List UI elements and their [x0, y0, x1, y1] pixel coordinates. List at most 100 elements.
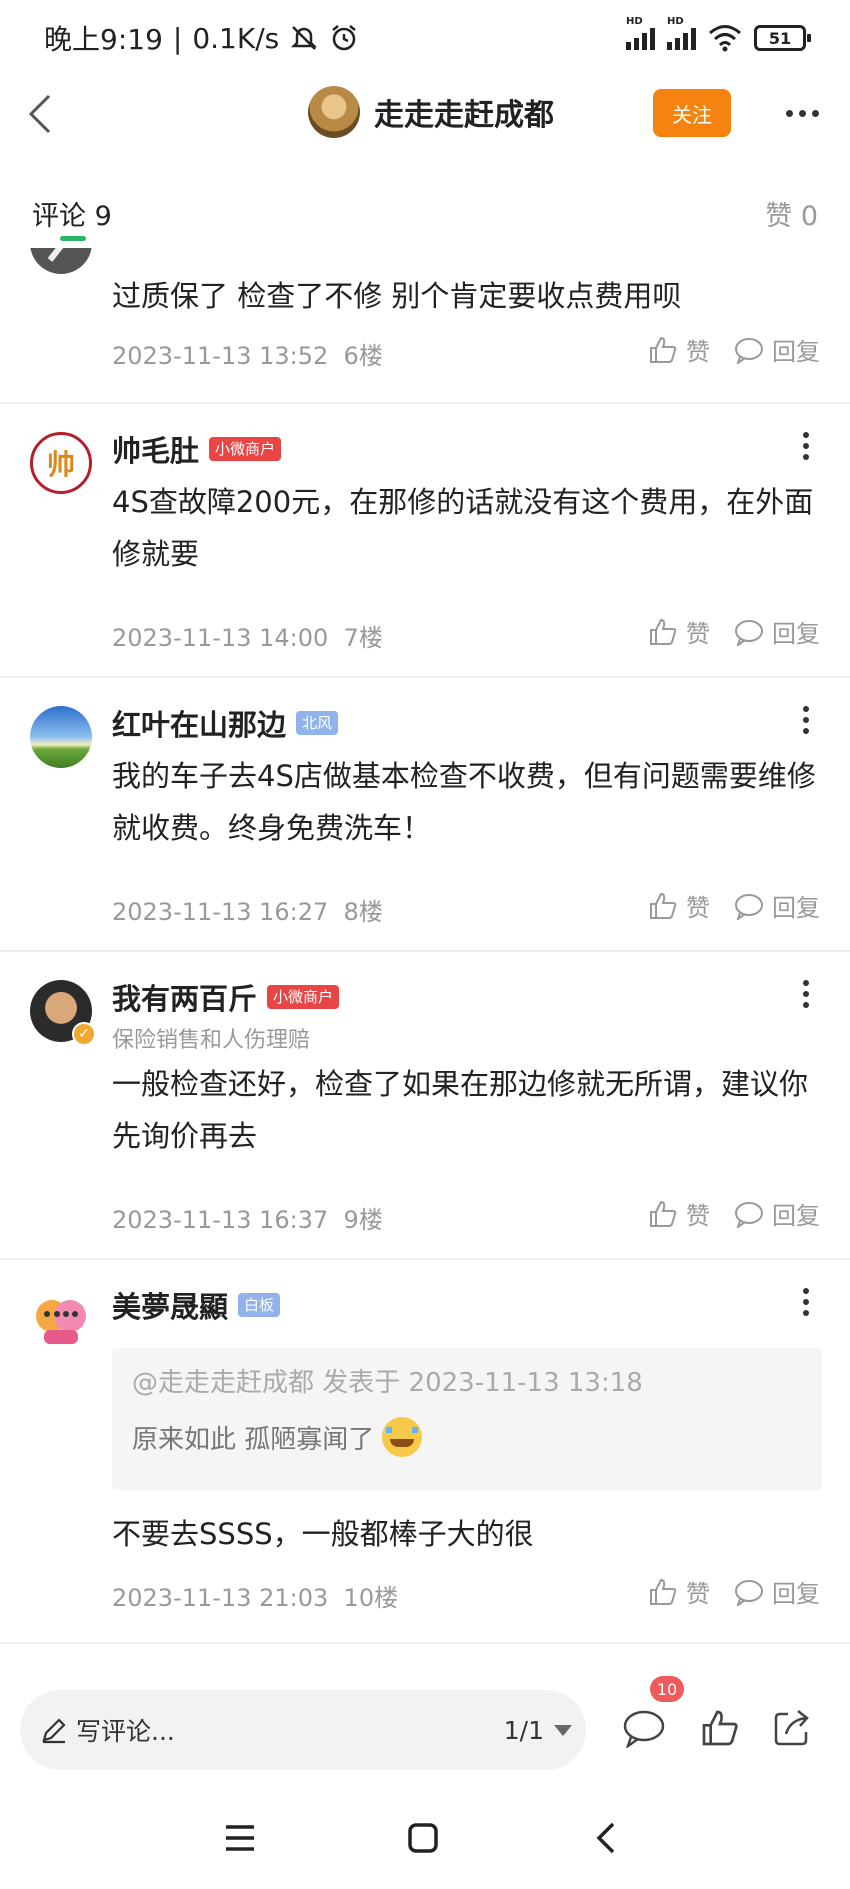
write-comment-input[interactable]: 写评论... 1/1 — [20, 1690, 586, 1770]
share-button[interactable] — [768, 1704, 816, 1752]
user-subtitle: 保险销售和人伤理赔 — [112, 1028, 311, 1053]
quoted-comment[interactable]: @走走走赶成都 发表于 2023-11-13 13:18 原来如此 孤陋寡闻了 — [112, 1348, 822, 1490]
avatar[interactable] — [30, 248, 92, 274]
page-selector[interactable]: 1/1 — [504, 1716, 572, 1745]
thumbs-up-icon — [650, 1200, 677, 1227]
comment-item: ✓ 我有两百斤 小微商户 保险销售和人伤理赔 一般检查还好，检查了如果在那边修就… — [0, 952, 850, 1260]
comment-text: 过质保了 检查了不修 别个肯定要收点费用呗 — [112, 279, 682, 313]
comment-item: 过质保了 检查了不修 别个肯定要收点费用呗 2023-11-13 13:52 6… — [0, 248, 850, 404]
tabs: 评论 9 赞 0 — [0, 152, 850, 248]
reply-button[interactable]: 回复 — [734, 1196, 820, 1231]
user-badge: 北风 — [296, 711, 339, 735]
thumbs-up-icon — [702, 1710, 738, 1746]
comment-icon — [735, 619, 763, 646]
comment-more-button[interactable] — [794, 702, 818, 738]
tab-likes[interactable]: 赞 0 — [765, 194, 818, 233]
comment-meta: 2023-11-13 16:27 8楼 — [112, 898, 383, 926]
avatar[interactable] — [30, 1288, 92, 1350]
avatar[interactable]: 帅 — [30, 432, 92, 494]
share-icon — [774, 1710, 809, 1746]
caret-down-icon — [554, 1724, 572, 1736]
like-button[interactable]: 赞 — [648, 888, 710, 923]
username[interactable]: 我有两百斤 — [112, 976, 257, 1018]
comment-text: 4S查故障200元，在那修的话就没有这个费用，在外面修就要 — [112, 485, 814, 571]
comment-meta: 2023-11-13 21:03 10楼 — [112, 1584, 399, 1612]
comment-text: 不要去SSSS，一般都棒子大的很 — [112, 1517, 534, 1551]
header: 走走走赶成都 关注 — [0, 76, 850, 152]
comment-more-button[interactable] — [794, 428, 818, 464]
write-comment-placeholder: 写评论... — [76, 1717, 175, 1746]
avatar[interactable] — [30, 706, 92, 768]
thumbs-up-icon — [650, 1578, 677, 1605]
like-button[interactable]: 赞 — [648, 1196, 710, 1231]
wifi-icon — [709, 25, 741, 52]
thumbs-up-icon — [650, 336, 677, 363]
reply-button[interactable]: 回复 — [734, 614, 820, 649]
username[interactable]: 红叶在山那边 — [112, 702, 286, 744]
alarm-icon — [332, 25, 357, 51]
status-divider: | — [172, 21, 183, 55]
battery-icon: 51 — [754, 25, 811, 51]
pencil-icon — [42, 1718, 66, 1744]
like-button[interactable]: 赞 — [648, 332, 710, 367]
comment-item: 红叶在山那边 北风 我的车子去4S店做基本检查不收费，但有问题需要维修就收费。终… — [0, 678, 850, 952]
reply-button[interactable]: 回复 — [734, 1574, 820, 1609]
comment-list[interactable]: 过质保了 检查了不修 别个肯定要收点费用呗 2023-11-13 13:52 6… — [0, 248, 850, 1676]
system-nav-bar — [0, 1786, 850, 1889]
verified-icon: ✓ — [72, 1022, 96, 1046]
reply-button[interactable]: 回复 — [734, 332, 820, 367]
bottom-action-bar: 写评论... 1/1 10 — [0, 1676, 850, 1786]
comments-button[interactable] — [620, 1704, 668, 1752]
signal-icon-2: HD — [667, 16, 696, 50]
tab-comments[interactable]: 评论 9 — [32, 194, 112, 233]
page-title: 走走走赶成都 — [374, 98, 554, 133]
status-time: 晚上9:19 — [44, 23, 163, 56]
comment-icon — [735, 893, 763, 920]
like-button[interactable]: 赞 — [648, 1574, 710, 1609]
follow-button[interactable]: 关注 — [653, 89, 731, 137]
thumbs-up-icon — [650, 618, 677, 645]
comment-more-button[interactable] — [794, 976, 818, 1012]
mute-icon — [291, 26, 318, 50]
comment-icon — [735, 1201, 763, 1228]
like-button[interactable]: 赞 — [648, 614, 710, 649]
chevron-left-icon — [28, 94, 51, 134]
nav-back-button[interactable] — [580, 1812, 632, 1864]
more-button[interactable] — [778, 98, 826, 128]
chevron-left-icon — [596, 1822, 615, 1854]
tab-underline — [60, 236, 86, 241]
like-post-button[interactable] — [696, 1704, 744, 1752]
avatar[interactable] — [308, 86, 360, 138]
comment-icon — [735, 1579, 763, 1606]
comment-more-button[interactable] — [794, 1284, 818, 1320]
home-square-icon — [408, 1823, 438, 1853]
comment-meta: 2023-11-13 16:37 9楼 — [112, 1206, 383, 1234]
comment-text: 我的车子去4S店做基本检查不收费，但有问题需要维修就收费。终身免费洗车！ — [112, 759, 816, 845]
status-bar: 晚上9:19 | 0.1K/s HD HD 51 — [0, 0, 850, 76]
menu-icon — [226, 1825, 254, 1851]
thumbs-up-icon — [650, 892, 677, 919]
reply-button[interactable]: 回复 — [734, 888, 820, 923]
comment-item: 帅 帅毛肚 小微商户 4S查故障200元，在那修的话就没有这个费用，在外面修就要… — [0, 404, 850, 678]
comment-count-badge: 10 — [650, 1676, 684, 1702]
user-badge: 白板 — [238, 1293, 281, 1317]
quote-text: 原来如此 孤陋寡闻了 — [132, 1424, 375, 1455]
user-badge: 小微商户 — [267, 985, 340, 1009]
back-button[interactable] — [16, 90, 64, 138]
comment-meta: 2023-11-13 14:00 7楼 — [112, 624, 383, 652]
username[interactable]: 美夢晟顯 — [112, 1284, 228, 1326]
crying-laughing-emoji-icon — [382, 1417, 423, 1457]
avatar[interactable]: ✓ — [30, 980, 96, 1046]
comment-meta: 2023-11-13 13:52 6楼 — [112, 342, 383, 370]
quote-header: @走走走赶成都 发表于 2023-11-13 13:18 — [132, 1368, 643, 1398]
nav-menu-button[interactable] — [214, 1812, 266, 1864]
comment-icon — [623, 1710, 665, 1748]
comment-item: 美夢晟顯 白板 @走走走赶成都 发表于 2023-11-13 13:18 原来如… — [0, 1260, 850, 1644]
comment-icon — [735, 337, 763, 364]
username[interactable]: 帅毛肚 — [112, 428, 199, 470]
comment-text: 一般检查还好，检查了如果在那边修就无所谓，建议你先询价再去 — [112, 1067, 809, 1153]
status-network-speed: 0.1K/s — [192, 21, 280, 55]
nav-home-button[interactable] — [397, 1812, 449, 1864]
page-indicator: 1/1 — [503, 1715, 544, 1745]
user-badge: 小微商户 — [209, 437, 282, 461]
